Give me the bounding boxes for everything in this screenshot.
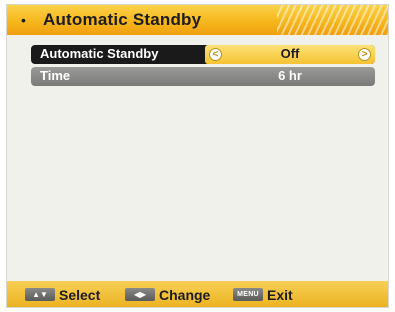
- automatic-standby-value: Off: [280, 46, 300, 61]
- select-label: Select: [59, 286, 101, 303]
- title-bar: • Automatic Standby: [7, 5, 388, 35]
- footer-select-hint: ▲▼ Select: [25, 286, 100, 303]
- title-bullet-icon: •: [21, 12, 26, 28]
- title-decoration: [277, 5, 388, 35]
- automatic-standby-value-selector[interactable]: < Off >: [205, 45, 375, 64]
- footer-exit-hint: MENU Exit: [233, 286, 293, 303]
- left-right-key-icon: ◀▶: [125, 288, 155, 301]
- up-down-key-icon: ▲▼: [25, 288, 55, 301]
- exit-label: Exit: [267, 286, 293, 303]
- automatic-standby-label: Automatic Standby: [40, 46, 159, 61]
- footer-change-hint: ◀▶ Change: [125, 286, 210, 303]
- automatic-standby-row[interactable]: Automatic Standby < Off >: [31, 45, 375, 64]
- footer-help-bar: ▲▼ Select ◀▶ Change MENU Exit: [7, 281, 388, 307]
- time-value: 6 hr: [278, 68, 302, 83]
- time-row[interactable]: Time 6 hr: [31, 67, 375, 86]
- time-label: Time: [40, 68, 71, 83]
- chevron-right-icon[interactable]: >: [358, 48, 371, 61]
- osd-screen: • Automatic Standby Automatic Standby < …: [6, 4, 389, 308]
- change-label: Change: [159, 286, 211, 303]
- menu-key-icon: MENU: [233, 288, 263, 301]
- page-title: Automatic Standby: [43, 10, 202, 29]
